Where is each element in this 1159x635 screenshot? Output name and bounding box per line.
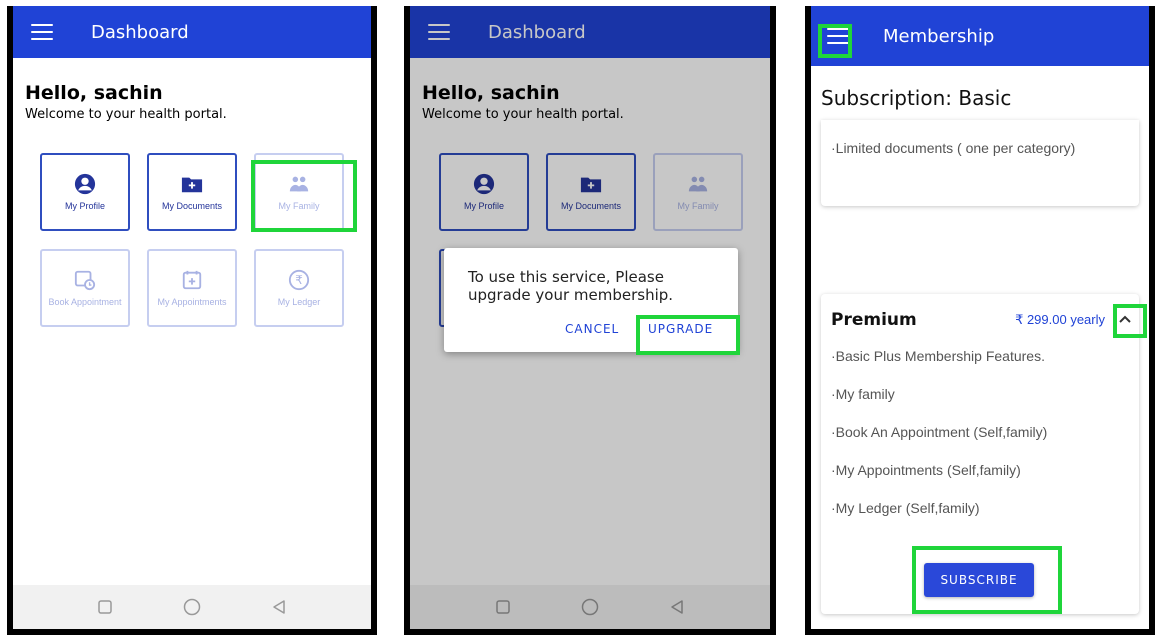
tile-my-family[interactable]: My Family (254, 153, 344, 231)
svg-text:₹: ₹ (295, 273, 303, 287)
basic-plan-card: ·Limited documents ( one per category) (821, 120, 1139, 206)
tile-label: My Ledger (277, 297, 321, 307)
phone-frame-dashboard: Dashboard Hello, sachin Welcome to your … (7, 6, 377, 635)
circle-icon[interactable] (183, 598, 201, 616)
premium-plan-name: Premium (831, 310, 917, 330)
square-icon[interactable] (98, 600, 113, 614)
family-group-icon (288, 173, 310, 195)
app-bar: Dashboard (13, 6, 371, 58)
dashboard-screen: Dashboard Hello, sachin Welcome to your … (13, 6, 371, 629)
chevron-up-icon[interactable] (1113, 308, 1137, 330)
upgrade-dialog: To use this service, Please upgrade your… (444, 248, 738, 352)
tile-my-appointments[interactable]: My Appointments (147, 249, 237, 327)
greeting-text: Hello, sachin (25, 82, 163, 104)
tile-label: My Profile (64, 201, 105, 211)
tile-label: Book Appointment (48, 297, 122, 307)
dialog-message: To use this service, Please upgrade your… (468, 268, 674, 304)
tile-label: My Family (278, 201, 320, 211)
person-circle-icon (74, 173, 96, 195)
welcome-text: Welcome to your health portal. (25, 107, 227, 122)
premium-feature: ·My Appointments (Self,family) (831, 462, 1021, 478)
membership-screen: Membership Subscription: Basic ·Limited … (811, 6, 1149, 629)
basic-feature-text: ·Limited documents ( one per category) (831, 140, 1076, 156)
system-nav-bar (13, 585, 371, 629)
tile-my-documents[interactable]: My Documents (147, 153, 237, 231)
upgrade-button[interactable]: UPGRADE (648, 322, 713, 336)
phone-frame-membership: Membership Subscription: Basic ·Limited … (805, 6, 1155, 635)
menu-icon[interactable] (827, 28, 849, 44)
tile-my-profile[interactable]: My Profile (40, 153, 130, 231)
phone-frame-dialog: Dashboard Hello, sachin Welcome to your … (404, 6, 776, 635)
menu-icon[interactable] (31, 24, 53, 40)
triangle-back-icon[interactable] (272, 599, 286, 615)
cancel-button[interactable]: CANCEL (565, 322, 619, 336)
dashboard-dialog-screen: Dashboard Hello, sachin Welcome to your … (410, 6, 770, 629)
premium-feature: ·My Ledger (Self,family) (831, 500, 980, 516)
premium-plan-price: ₹ 299.00 yearly (1015, 312, 1105, 327)
tile-book-appointment[interactable]: Book Appointment (40, 249, 130, 327)
tile-label: My Appointments (157, 297, 227, 307)
folder-plus-icon (181, 173, 203, 195)
calendar-plus-icon (181, 269, 203, 291)
premium-feature: ·Book An Appointment (Self,family) (831, 424, 1048, 440)
app-bar-title: Dashboard (91, 21, 189, 43)
app-bar-title: Membership (883, 25, 995, 47)
subscribe-button[interactable]: SUBSCRIBE (924, 563, 1034, 597)
tile-my-ledger[interactable]: ₹ My Ledger (254, 249, 344, 327)
app-bar: Membership (811, 6, 1149, 66)
tile-label: My Documents (161, 201, 223, 211)
subscription-title: Subscription: Basic (821, 86, 1012, 110)
rupee-circle-icon: ₹ (288, 269, 310, 291)
premium-feature: ·My family (831, 386, 895, 402)
collapsed-plan-row (821, 232, 1139, 262)
premium-feature: ·Basic Plus Membership Features. (831, 348, 1045, 364)
calendar-clock-icon (74, 269, 96, 291)
